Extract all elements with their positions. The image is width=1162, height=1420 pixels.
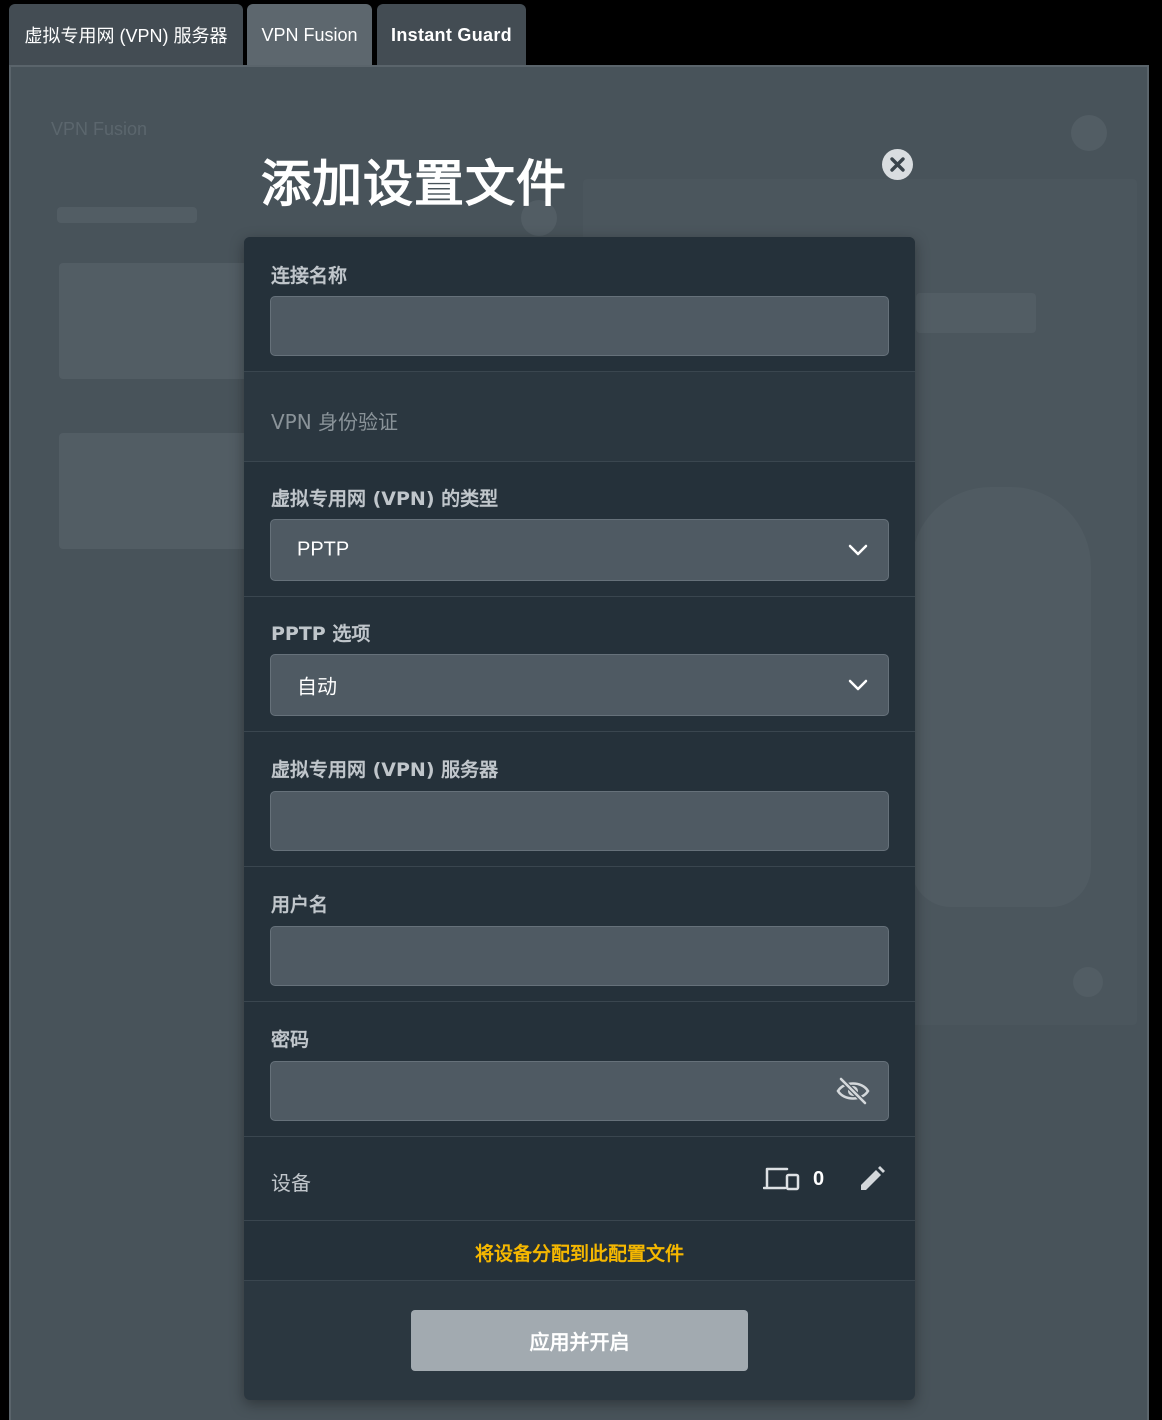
tab-bar: 虚拟专用网 (VPN) 服务器 VPN Fusion Instant Guard xyxy=(0,0,1162,66)
apply-and-enable-button[interactable]: 应用并开启 xyxy=(411,1310,748,1371)
tab-instant-guard[interactable]: Instant Guard xyxy=(377,4,526,66)
assign-devices-section: 将设备分配到此配置文件 xyxy=(244,1221,915,1281)
vpn-type-section: 虚拟专用网 (VPN) 的类型 PPTP xyxy=(244,462,915,597)
assign-devices-link[interactable]: 将设备分配到此配置文件 xyxy=(244,1239,915,1266)
devices-icon xyxy=(763,1167,800,1191)
pptp-option-value: 自动 xyxy=(297,676,337,699)
connection-name-label: 连接名称 xyxy=(271,265,348,287)
background-card-2 xyxy=(59,433,259,549)
devices-label: 设备 xyxy=(271,1171,311,1195)
password-label: 密码 xyxy=(271,1029,310,1051)
tab-vpn-server[interactable]: 虚拟专用网 (VPN) 服务器 xyxy=(9,4,243,66)
username-label: 用户名 xyxy=(271,894,329,916)
password-input[interactable] xyxy=(270,1061,889,1121)
pptp-option-section: PPTP 选项 自动 xyxy=(244,597,915,732)
username-section: 用户名 xyxy=(244,867,915,1002)
background-subtitle xyxy=(57,207,197,223)
password-section: 密码 xyxy=(244,1002,915,1137)
auth-section-header: VPN 身份验证 xyxy=(244,372,915,462)
pptp-option-select[interactable]: 自动 xyxy=(270,654,889,716)
devices-count: 0 xyxy=(813,1168,825,1190)
tab-vpn-fusion[interactable]: VPN Fusion xyxy=(247,4,372,66)
close-icon xyxy=(890,157,905,172)
chevron-down-icon xyxy=(848,679,868,691)
modal-title: 添加设置文件 xyxy=(261,155,567,213)
devices-section: 设备 0 xyxy=(244,1137,915,1221)
add-profile-dialog: 连接名称 VPN 身份验证 虚拟专用网 (VPN) 的类型 PPTP PPTP … xyxy=(244,237,915,1400)
vpn-type-label: 虚拟专用网 (VPN) 的类型 xyxy=(271,488,499,510)
connection-name-section: 连接名称 xyxy=(244,237,915,372)
pptp-option-label: PPTP 选项 xyxy=(271,623,371,645)
background-card-1 xyxy=(59,263,259,379)
background-heading xyxy=(916,293,1036,333)
vpn-server-input[interactable] xyxy=(270,791,889,851)
auth-section-label: VPN 身份验证 xyxy=(271,410,399,434)
vpn-type-value: PPTP xyxy=(297,538,350,561)
background-help-icon xyxy=(1071,115,1107,151)
eye-off-icon[interactable] xyxy=(836,1077,870,1105)
background-info-icon xyxy=(1073,967,1103,997)
username-input[interactable] xyxy=(270,926,889,986)
vpn-server-section: 虚拟专用网 (VPN) 服务器 xyxy=(244,732,915,867)
vpn-type-select[interactable]: PPTP xyxy=(270,519,889,581)
edit-icon[interactable] xyxy=(857,1164,887,1194)
chevron-down-icon xyxy=(848,544,868,556)
background-illustration xyxy=(911,487,1091,907)
background-title: VPN Fusion xyxy=(51,119,148,139)
vpn-server-label: 虚拟专用网 (VPN) 服务器 xyxy=(271,759,499,781)
close-button[interactable] xyxy=(882,149,913,180)
connection-name-input[interactable] xyxy=(270,296,889,356)
